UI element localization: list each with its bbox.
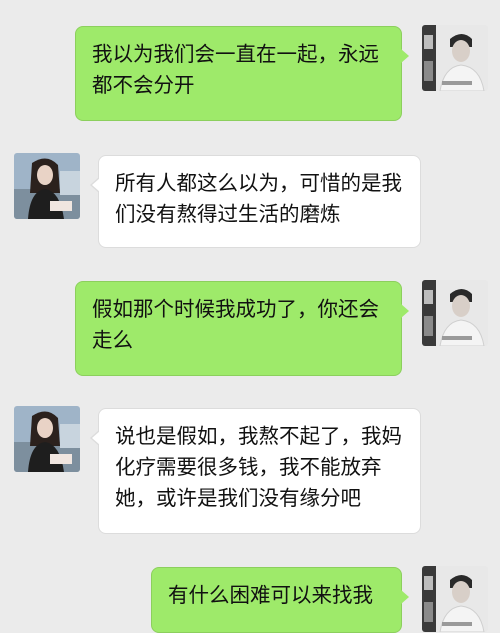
message-bubble-received[interactable]: 说也是假如，我熬不起了，我妈化疗需要很多钱，我不能放弃她，或许是我们没有缘分吧 <box>90 408 421 534</box>
self-avatar-photo <box>422 25 488 91</box>
contact-avatar-photo <box>14 153 80 219</box>
self-avatar[interactable] <box>422 280 488 346</box>
chat-thread: 我以为我们会一直在一起，永远都不会分开 所有人都这么以为，可惜的是我们没有熬得过… <box>0 0 500 633</box>
self-avatar[interactable] <box>422 566 488 632</box>
self-avatar-photo <box>422 280 488 346</box>
message-bubble-sent[interactable]: 我以为我们会一直在一起，永远都不会分开 <box>75 26 409 121</box>
message-bubble-sent[interactable]: 有什么困难可以来找我 <box>151 567 409 633</box>
contact-avatar[interactable] <box>14 406 80 472</box>
self-avatar-photo <box>422 566 488 632</box>
message-bubble-sent[interactable]: 假如那个时候我成功了，你还会走么 <box>75 281 409 376</box>
contact-avatar[interactable] <box>14 153 80 219</box>
self-avatar[interactable] <box>422 25 488 91</box>
contact-avatar-photo <box>14 406 80 472</box>
message-bubble-received[interactable]: 所有人都这么以为，可惜的是我们没有熬得过生活的磨炼 <box>90 155 421 248</box>
